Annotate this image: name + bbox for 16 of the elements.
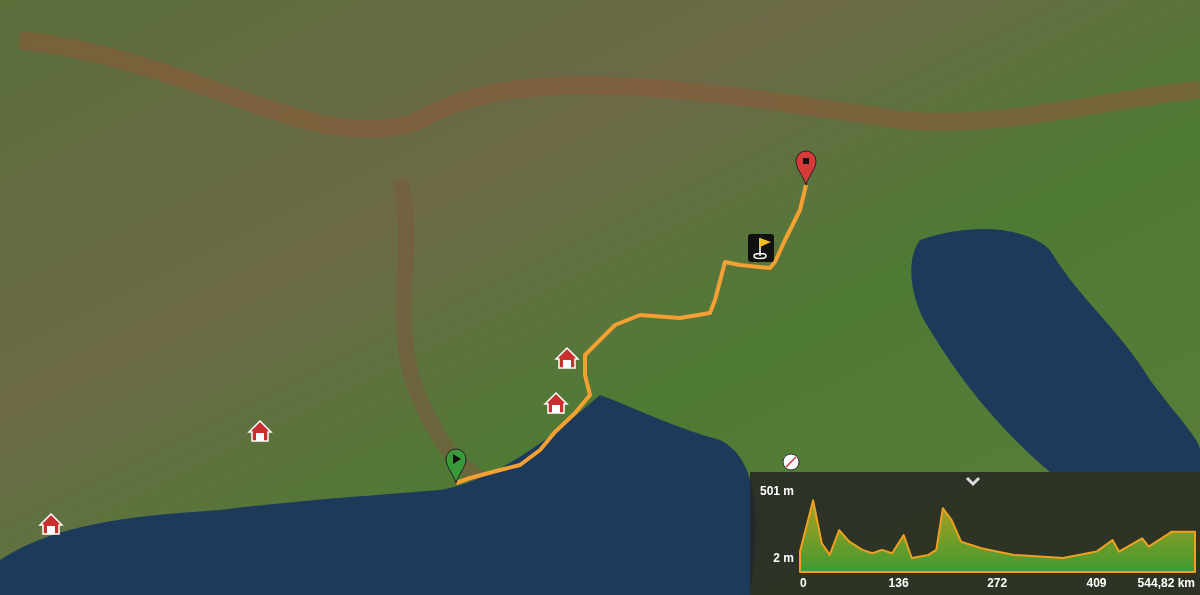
start-pin-icon[interactable] — [445, 448, 467, 484]
x-axis-label: 409 — [1086, 576, 1107, 590]
x-axis-label: 272 — [987, 576, 1008, 590]
y-axis-label: 2 m — [773, 551, 794, 565]
chevron-down-icon[interactable] — [965, 476, 981, 487]
house-icon[interactable] — [554, 346, 580, 369]
x-axis-label: 544,82 km — [1137, 576, 1195, 590]
x-axis-label: 136 — [888, 576, 909, 590]
end-pin-icon[interactable] — [795, 150, 817, 186]
y-axis-label: 501 m — [759, 484, 794, 498]
compass-icon[interactable] — [782, 453, 800, 471]
house-icon[interactable] — [38, 512, 64, 535]
flag-icon[interactable] — [748, 234, 774, 262]
house-icon[interactable] — [247, 419, 273, 442]
house-icon[interactable] — [543, 391, 569, 414]
x-axis-label: 0 — [800, 576, 807, 590]
